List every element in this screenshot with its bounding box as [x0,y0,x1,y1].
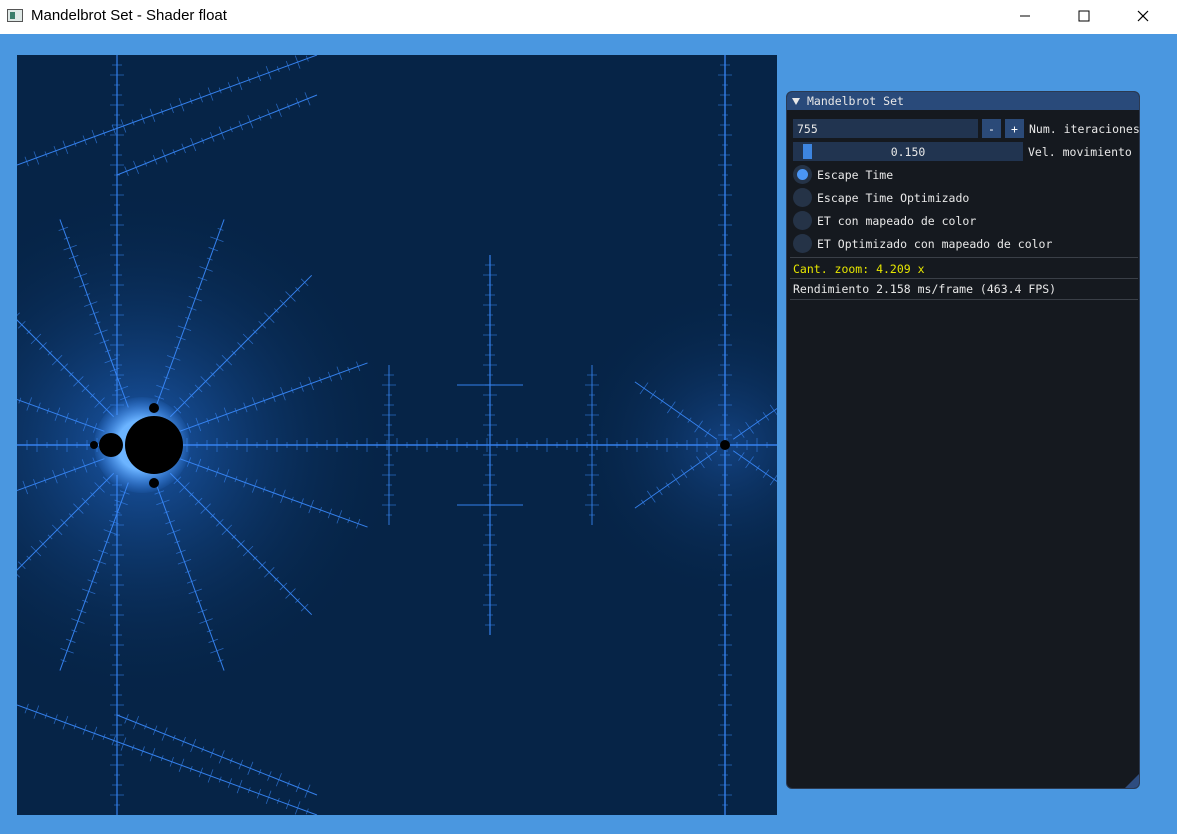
mode-option[interactable]: Escape Time [793,165,893,184]
resize-grip-icon[interactable] [1125,774,1139,788]
mode-label: ET Optimizado con mapeado de color [817,236,1053,251]
speed-label: Vel. movimiento [1028,144,1132,159]
separator [790,299,1138,300]
fractal-canvas[interactable] [17,55,777,815]
speed-row: 0.150 Vel. movimiento [793,142,1132,161]
title-bar: Mandelbrot Set - Shader float [0,0,1177,34]
radio-button[interactable] [793,211,812,230]
settings-panel: Mandelbrot Set 755 - + Num. iteraciones … [786,91,1140,789]
maximize-icon [1078,10,1090,22]
mandelbrot-render [17,55,777,815]
iterations-input[interactable]: 755 [793,119,978,138]
separator [790,257,1138,258]
close-button[interactable] [1114,0,1172,32]
radio-button[interactable] [793,188,812,207]
iterations-minus-button[interactable]: - [982,119,1001,138]
maximize-button[interactable] [1055,0,1113,32]
iterations-label: Num. iteraciones [1029,121,1140,136]
speed-slider[interactable]: 0.150 [793,142,1023,161]
mode-label: ET con mapeado de color [817,213,977,228]
radio-button[interactable] [793,165,812,184]
minimize-icon [1020,15,1030,17]
radio-button[interactable] [793,234,812,253]
close-icon [1137,10,1149,22]
minimize-button[interactable] [996,0,1054,32]
mode-option[interactable]: ET Optimizado con mapeado de color [793,234,1052,253]
mode-label: Escape Time Optimizado [817,190,970,205]
collapse-triangle-icon[interactable] [792,97,800,105]
slider-grab[interactable] [803,144,813,159]
mode-label: Escape Time [817,167,894,182]
mode-option[interactable]: ET con mapeado de color [793,211,976,230]
performance-text: Rendimiento 2.158 ms/frame (463.4 FPS) [793,281,1057,296]
iterations-plus-button[interactable]: + [1005,119,1024,138]
speed-value: 0.150 [890,144,926,159]
panel-header[interactable]: Mandelbrot Set [787,92,1139,110]
iterations-row: 755 - + Num. iteraciones [793,119,1140,138]
window-title: Mandelbrot Set - Shader float [31,7,227,24]
panel-title: Mandelbrot Set [807,94,904,108]
mode-option[interactable]: Escape Time Optimizado [793,188,969,207]
app-icon [7,9,23,22]
zoom-text: Cant. zoom: 4.209 x [793,261,925,276]
